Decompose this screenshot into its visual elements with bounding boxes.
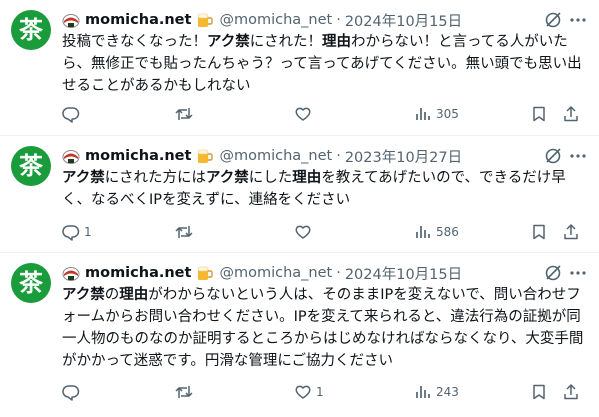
- reply-icon: [62, 105, 80, 123]
- timeline-feed: 茶 momicha.net @momicha_net · 2024年10月15日…: [0, 0, 599, 417]
- text-segment: にされた！: [249, 34, 322, 50]
- bookmark-button[interactable]: [530, 104, 548, 124]
- repost-icon: [174, 105, 194, 123]
- tweet-actions: 1 586: [62, 222, 587, 242]
- bookmark-icon: [530, 383, 548, 401]
- views-icon: [414, 383, 432, 401]
- tweet-date[interactable]: 2024年10月15日: [345, 263, 462, 284]
- highlighted-term: 理由: [292, 170, 322, 186]
- user-handle[interactable]: @momicha_net: [219, 12, 332, 28]
- reply-button[interactable]: 1: [62, 222, 92, 242]
- bookmark-button[interactable]: [530, 382, 548, 402]
- tweet-header: momicha.net @momicha_net · 2024年10月15日: [62, 263, 462, 283]
- highlighted-term: 理由: [322, 34, 351, 50]
- reply-icon: [62, 383, 80, 401]
- tweet-text: 投稿できなくなった！アク禁にされた！理由わからない！と言ってる人がいたら、無修正…: [62, 31, 587, 97]
- rice-ball-icon: [62, 148, 80, 164]
- bookmark-icon: [530, 223, 548, 241]
- views-button[interactable]: 243: [414, 382, 459, 402]
- beer-icon: [195, 264, 214, 282]
- grok-icon[interactable]: [543, 263, 563, 283]
- bookmark-icon: [530, 105, 548, 123]
- views-icon: [414, 105, 432, 123]
- views-count: 305: [436, 107, 459, 121]
- like-icon: [294, 105, 312, 123]
- like-button[interactable]: 1: [294, 382, 324, 402]
- rice-ball-icon: [62, 12, 80, 28]
- user-handle[interactable]: @momicha_net: [219, 148, 332, 164]
- share-icon: [562, 105, 580, 123]
- like-count: 1: [316, 385, 324, 399]
- separator: ·: [336, 12, 341, 28]
- tweet-2[interactable]: 茶 momicha.net @momicha_net · 2023年10月27日…: [0, 136, 599, 253]
- share-icon: [562, 223, 580, 241]
- display-name[interactable]: momicha.net: [85, 148, 191, 164]
- beer-icon: [195, 11, 214, 29]
- user-handle[interactable]: @momicha_net: [219, 265, 332, 281]
- tweet-text: アク禁にされた方にはアク禁にした理由を教えてあげたいので、できるだけ早く、なるべ…: [62, 167, 587, 211]
- reply-icon: [62, 223, 80, 241]
- bookmark-button[interactable]: [530, 222, 548, 242]
- share-button[interactable]: [562, 382, 580, 402]
- tweet-actions: 1 243: [62, 382, 587, 402]
- grok-icon[interactable]: [543, 10, 563, 30]
- highlighted-term: アク禁: [207, 34, 250, 50]
- tweet-header: momicha.net @momicha_net · 2023年10月27日: [62, 146, 462, 166]
- tweet-date[interactable]: 2023年10月27日: [345, 146, 462, 167]
- avatar[interactable]: 茶: [11, 263, 51, 303]
- highlighted-term: アク禁: [62, 287, 105, 303]
- share-button[interactable]: [562, 222, 580, 242]
- highlighted-term: アク禁: [206, 170, 249, 186]
- text-segment: にされた方には: [104, 170, 206, 186]
- tweet-text: アク禁の理由がわからないという人は、そのままIPを変えないで、問い合わせフォーム…: [62, 284, 587, 372]
- share-button[interactable]: [562, 104, 580, 124]
- avatar[interactable]: 茶: [11, 10, 51, 50]
- display-name[interactable]: momicha.net: [85, 265, 191, 281]
- views-count: 243: [436, 385, 459, 399]
- display-name[interactable]: momicha.net: [85, 12, 191, 28]
- tweet-3[interactable]: 茶 momicha.net @momicha_net · 2024年10月15日…: [0, 253, 599, 417]
- separator: ·: [336, 148, 341, 164]
- text-segment: 投稿できなくなった！: [62, 34, 207, 50]
- views-icon: [414, 223, 432, 241]
- views-button[interactable]: 586: [414, 222, 459, 242]
- more-icon[interactable]: [568, 146, 588, 166]
- more-icon[interactable]: [568, 263, 588, 283]
- views-button[interactable]: 305: [414, 104, 459, 124]
- reply-button[interactable]: [62, 104, 84, 124]
- avatar[interactable]: 茶: [11, 146, 51, 186]
- repost-button[interactable]: [174, 222, 198, 242]
- like-button[interactable]: [294, 222, 316, 242]
- tweet-1[interactable]: 茶 momicha.net @momicha_net · 2024年10月15日…: [0, 0, 599, 136]
- rice-ball-icon: [62, 265, 80, 281]
- like-icon: [294, 383, 312, 401]
- repost-icon: [174, 383, 194, 401]
- text-segment: の: [104, 287, 120, 303]
- repost-button[interactable]: [174, 104, 198, 124]
- like-button[interactable]: [294, 104, 316, 124]
- reply-count: 1: [84, 225, 92, 239]
- repost-icon: [174, 223, 194, 241]
- repost-button[interactable]: [174, 382, 198, 402]
- grok-icon[interactable]: [543, 146, 563, 166]
- tweet-header: momicha.net @momicha_net · 2024年10月15日: [62, 10, 462, 30]
- separator: ·: [336, 265, 341, 281]
- tweet-actions: 305: [62, 104, 587, 124]
- reply-button[interactable]: [62, 382, 84, 402]
- highlighted-term: アク禁: [62, 170, 105, 186]
- more-icon[interactable]: [568, 10, 588, 30]
- like-icon: [294, 223, 312, 241]
- share-icon: [562, 383, 580, 401]
- highlighted-term: 理由: [119, 287, 149, 303]
- text-segment: にした: [248, 170, 293, 186]
- views-count: 586: [436, 225, 459, 239]
- tweet-date[interactable]: 2024年10月15日: [345, 10, 462, 31]
- beer-icon: [195, 147, 214, 165]
